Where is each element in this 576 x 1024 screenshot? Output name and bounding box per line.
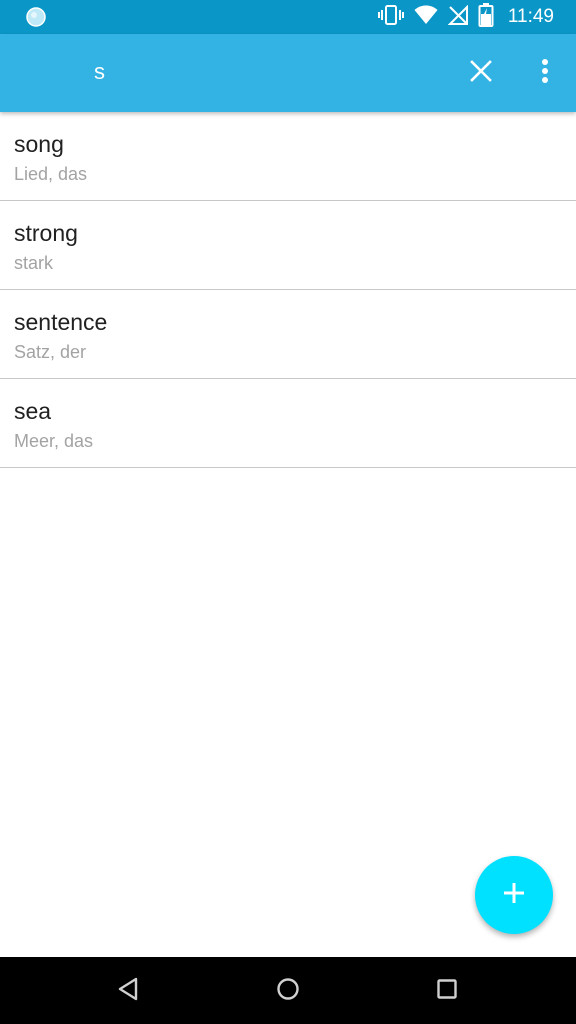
- list-item[interactable]: sea Meer, das: [0, 379, 576, 468]
- status-icons: 11:49: [377, 0, 554, 34]
- close-icon: [470, 59, 492, 87]
- recents-button[interactable]: [429, 973, 465, 1009]
- more-vert-icon: [541, 58, 549, 89]
- list-item[interactable]: song Lied, das: [0, 112, 576, 201]
- translation-text: stark: [14, 253, 54, 273]
- wifi-icon: [414, 5, 438, 30]
- back-button[interactable]: [110, 973, 146, 1009]
- recents-icon: [436, 978, 458, 1005]
- battery-icon: [478, 2, 494, 32]
- add-icon: [502, 881, 526, 910]
- translation-text: Lied, das: [14, 164, 88, 184]
- navigation-bar: [0, 957, 576, 1024]
- no-sim-icon: [447, 4, 468, 30]
- status-bar: 11:49: [0, 0, 576, 34]
- list-item[interactable]: sentence Satz, der: [0, 290, 576, 379]
- app-bar: [0, 34, 576, 112]
- screen: 11:49 song Lied, das: [0, 0, 576, 1024]
- search-input[interactable]: [94, 52, 434, 92]
- list-item[interactable]: strong stark: [0, 201, 576, 290]
- translation-text: Satz, der: [14, 342, 87, 362]
- status-time: 11:49: [507, 6, 554, 27]
- clear-search-button[interactable]: [462, 54, 500, 92]
- home-button[interactable]: [270, 973, 306, 1009]
- back-icon: [117, 977, 139, 1006]
- notification-dot-icon: [26, 7, 46, 27]
- word-text: sentence: [14, 309, 108, 335]
- word-text: strong: [14, 220, 78, 246]
- results-list: song Lied, das strong stark sentence Sat…: [0, 112, 576, 468]
- overflow-menu-button[interactable]: [528, 54, 562, 92]
- vibrate-icon: [377, 4, 404, 31]
- home-icon: [276, 977, 300, 1006]
- word-text: sea: [14, 398, 52, 424]
- word-text: song: [14, 131, 64, 157]
- add-word-button[interactable]: [475, 856, 553, 934]
- translation-text: Meer, das: [14, 431, 94, 451]
